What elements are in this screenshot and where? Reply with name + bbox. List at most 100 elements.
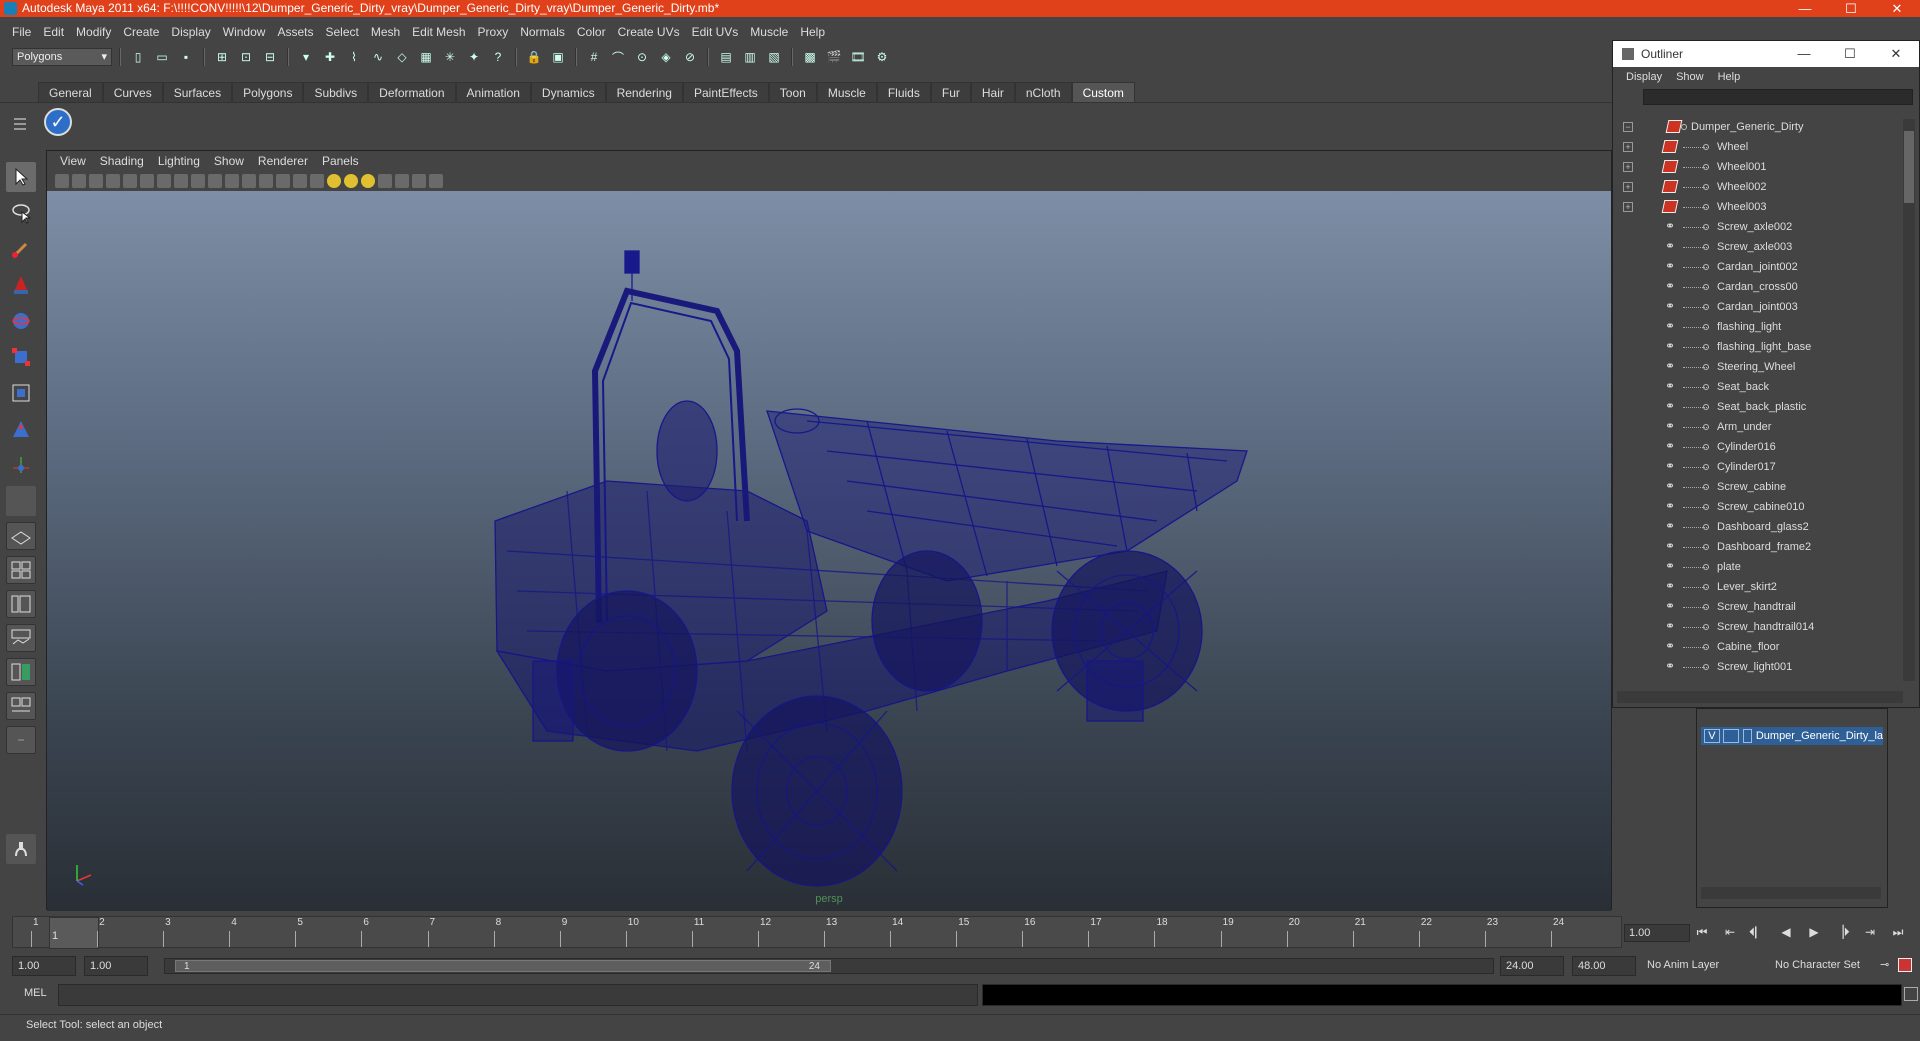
select-tool-icon[interactable] bbox=[6, 162, 36, 192]
viewport-canvas[interactable]: persp bbox=[47, 191, 1611, 911]
animation-start-field[interactable]: 1.00 bbox=[12, 956, 76, 976]
hypershade-layout-icon[interactable] bbox=[6, 658, 36, 686]
select-deformations-icon[interactable]: ▦ bbox=[416, 47, 436, 67]
move-tool-icon[interactable] bbox=[6, 450, 36, 480]
smooth-shade-icon[interactable] bbox=[276, 174, 290, 188]
outliner-item[interactable]: ⚭ Screw_axle003 bbox=[1617, 237, 1907, 257]
shelf-tab-painteffects[interactable]: PaintEffects bbox=[682, 82, 769, 102]
menu-assets[interactable]: Assets bbox=[271, 22, 319, 42]
persp-graph-layout-icon[interactable] bbox=[6, 624, 36, 652]
preferences-icon[interactable] bbox=[1898, 958, 1912, 972]
xray-icon[interactable] bbox=[378, 174, 392, 188]
maximize-button[interactable]: ☐ bbox=[1828, 0, 1874, 17]
four-view-layout-icon[interactable] bbox=[6, 556, 36, 584]
viewport-menu-view[interactable]: View bbox=[53, 151, 93, 171]
play-forwards-icon[interactable]: ▶ bbox=[1804, 922, 1824, 942]
outliner-item[interactable]: ⚭ Screw_cabine bbox=[1617, 477, 1907, 497]
menu-normals[interactable]: Normals bbox=[514, 22, 571, 42]
key-icon[interactable]: ⊸ bbox=[1880, 958, 1889, 971]
shelf-tab-polygons[interactable]: Polygons bbox=[232, 82, 304, 102]
outliner-vertical-scrollbar[interactable] bbox=[1903, 119, 1915, 681]
wireframe-icon[interactable] bbox=[259, 174, 273, 188]
outliner-item[interactable]: ⚭ Seat_back_plastic bbox=[1617, 397, 1907, 417]
textured-icon[interactable] bbox=[310, 174, 324, 188]
viewport-menu-show[interactable]: Show bbox=[207, 151, 251, 171]
wireframe-on-shaded-icon[interactable] bbox=[293, 174, 307, 188]
menu-proxy[interactable]: Proxy bbox=[472, 22, 515, 42]
shelf-tab-hair[interactable]: Hair bbox=[970, 82, 1015, 102]
snap-curve-icon[interactable]: ⌒ bbox=[608, 47, 628, 67]
film-gate-icon[interactable] bbox=[157, 174, 171, 188]
last-tool-icon[interactable] bbox=[6, 486, 36, 516]
expand-icon[interactable]: + bbox=[1623, 162, 1633, 172]
collapse-toolbox-icon[interactable] bbox=[6, 726, 36, 754]
layer-horizontal-scrollbar[interactable] bbox=[1701, 887, 1881, 899]
collapse-icon[interactable]: − bbox=[1623, 122, 1633, 132]
camera-attributes-icon[interactable] bbox=[72, 174, 86, 188]
script-language-label[interactable]: MEL bbox=[24, 987, 47, 999]
highlight-selection-icon[interactable]: ▣ bbox=[548, 47, 568, 67]
menu-create[interactable]: Create bbox=[117, 22, 165, 42]
save-scene-icon[interactable]: ▪ bbox=[176, 47, 196, 67]
menu-edit[interactable]: Edit bbox=[37, 22, 70, 42]
outliner-menu-display[interactable]: Display bbox=[1619, 67, 1669, 87]
outliner-item[interactable]: ⚭ Cabine_floor bbox=[1617, 637, 1907, 657]
outliner-horizontal-scrollbar[interactable] bbox=[1617, 691, 1903, 703]
outliner-item[interactable]: ⚭ plate bbox=[1617, 557, 1907, 577]
select-by-hierarchy-icon[interactable]: ⊞ bbox=[212, 47, 232, 67]
menu-muscle[interactable]: Muscle bbox=[744, 22, 794, 42]
shelf-tab-deformation[interactable]: Deformation bbox=[368, 82, 456, 102]
perspective-viewport[interactable]: View Shading Lighting Show Renderer Panels bbox=[46, 150, 1612, 911]
bookmarks-icon[interactable] bbox=[89, 174, 103, 188]
shelf-tab-toon[interactable]: Toon bbox=[768, 82, 817, 102]
menu-window[interactable]: Window bbox=[217, 22, 272, 42]
open-scene-icon[interactable]: ▭ bbox=[152, 47, 172, 67]
render-icon[interactable]: 🎬 bbox=[824, 47, 844, 67]
go-to-end-icon[interactable]: ⏭ bbox=[1888, 922, 1908, 942]
persp-outliner-layout-icon[interactable] bbox=[6, 590, 36, 618]
sculpt-tool-icon[interactable] bbox=[6, 270, 36, 300]
shelf-tab-fluids[interactable]: Fluids bbox=[876, 82, 931, 102]
outliner-item[interactable]: + Wheel002 bbox=[1617, 177, 1907, 197]
menu-file[interactable]: File bbox=[6, 22, 37, 42]
shelf-tab-ncloth[interactable]: nCloth bbox=[1014, 82, 1072, 102]
outliner-item[interactable]: ⚭ Dashboard_frame2 bbox=[1617, 537, 1907, 557]
resolution-gate-icon[interactable] bbox=[174, 174, 188, 188]
select-by-object-icon[interactable]: ⊡ bbox=[236, 47, 256, 67]
render-view-icon[interactable]: ▩ bbox=[800, 47, 820, 67]
new-scene-icon[interactable]: ▯ bbox=[128, 47, 148, 67]
select-handles-icon[interactable]: ✚ bbox=[320, 47, 340, 67]
shelf-tab-curves[interactable]: Curves bbox=[102, 82, 163, 102]
snap-point-icon[interactable]: ⊙ bbox=[632, 47, 652, 67]
outliner-item[interactable]: ⚭ Screw_handtrail014 bbox=[1617, 617, 1907, 637]
select-curves-icon[interactable]: ∿ bbox=[368, 47, 388, 67]
use-all-lights-icon[interactable] bbox=[344, 174, 358, 188]
toggle-toolbox-icon[interactable] bbox=[6, 834, 36, 864]
expand-icon[interactable]: + bbox=[1623, 182, 1633, 192]
outliner-item[interactable]: + Wheel001 bbox=[1617, 157, 1907, 177]
select-dynamics-icon[interactable]: ✳ bbox=[440, 47, 460, 67]
menu-edit-mesh[interactable]: Edit Mesh bbox=[406, 22, 471, 42]
lock-selection-icon[interactable]: 🔒 bbox=[524, 47, 544, 67]
select-joints-icon[interactable]: ⌇ bbox=[344, 47, 364, 67]
shelf-tab-subdivs[interactable]: Subdivs bbox=[303, 82, 369, 102]
outliner-item[interactable]: ⚭ Cylinder017 bbox=[1617, 457, 1907, 477]
step-back-frame-icon[interactable]: ⏴▏ bbox=[1748, 922, 1768, 942]
outliner-minimize-button[interactable]: — bbox=[1781, 41, 1827, 67]
shelf-tab-muscle[interactable]: Muscle bbox=[816, 82, 877, 102]
grid-toggle-icon[interactable] bbox=[140, 174, 154, 188]
step-forward-key-icon[interactable]: ⇥ bbox=[1860, 922, 1880, 942]
outliner-item[interactable]: ⚭ Cardan_cross00 bbox=[1617, 277, 1907, 297]
select-surfaces-icon[interactable]: ◇ bbox=[392, 47, 412, 67]
outliner-item[interactable]: ⚭ Lever_skirt2 bbox=[1617, 577, 1907, 597]
shelf-menu-handle[interactable] bbox=[12, 112, 28, 136]
menu-mesh[interactable]: Mesh bbox=[365, 22, 406, 42]
select-by-component-icon[interactable]: ⊟ bbox=[260, 47, 280, 67]
custom-shelf-check-icon[interactable]: ✓ bbox=[44, 108, 72, 136]
minimize-button[interactable]: — bbox=[1782, 0, 1828, 17]
step-forward-frame-icon[interactable]: ▕⏵ bbox=[1832, 922, 1852, 942]
layer-visibility-toggle[interactable]: V bbox=[1704, 729, 1720, 743]
playback-start-field[interactable]: 1.00 bbox=[84, 956, 148, 976]
use-default-light-icon[interactable] bbox=[327, 174, 341, 188]
play-backwards-icon[interactable]: ◀ bbox=[1776, 922, 1796, 942]
